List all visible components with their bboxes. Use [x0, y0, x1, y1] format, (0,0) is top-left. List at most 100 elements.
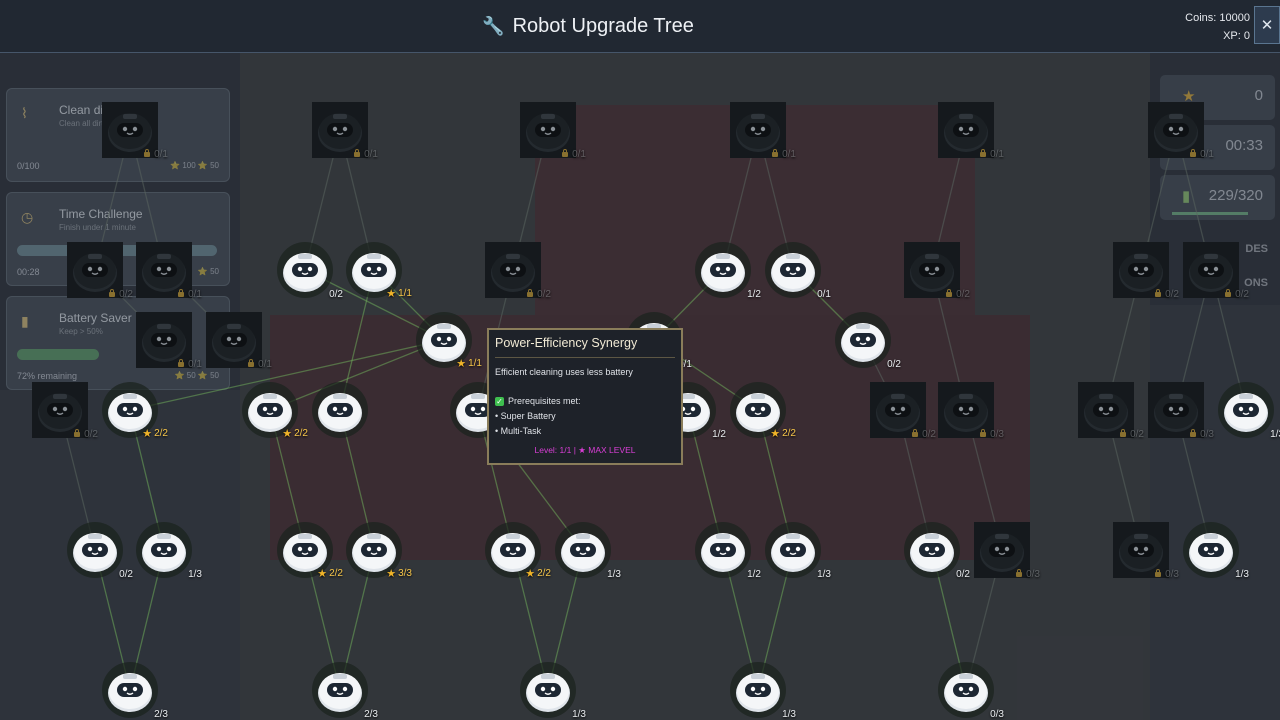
- upgrade-node-locked[interactable]: 0/1: [102, 102, 168, 160]
- node-level-text: 0/2: [922, 429, 936, 440]
- coins-counter: Coins: 10000: [1185, 12, 1250, 24]
- upgrade-node-maxed[interactable]: ★ 2/2: [485, 522, 551, 580]
- node-level-text: 0/1: [364, 149, 378, 160]
- node-level-text: 0/1: [258, 359, 272, 370]
- upgrade-node-locked[interactable]: 0/1: [136, 312, 202, 370]
- title-wrap: 🔧 Robot Upgrade Tree: [0, 0, 1176, 52]
- node-level-text: 0/2: [119, 289, 133, 300]
- node-level-label: ★ 2/2: [770, 427, 796, 440]
- tooltip-description: Efficient cleaning uses less battery: [495, 367, 633, 377]
- upgrade-node-available[interactable]: 1/3: [1218, 382, 1280, 440]
- upgrade-node-locked[interactable]: 0/2: [1113, 242, 1179, 300]
- upgrade-node-locked[interactable]: 0/2: [1078, 382, 1144, 440]
- lock-icon: [178, 359, 185, 367]
- upgrade-node-locked[interactable]: 0/1: [520, 102, 586, 160]
- upgrade-node-maxed[interactable]: ★ 1/1: [416, 312, 482, 370]
- node-level-text: 2/2: [154, 428, 168, 439]
- upgrade-node-available[interactable]: 2/3: [102, 662, 168, 720]
- node-level-text: 0/1: [572, 149, 586, 160]
- upgrade-node-available[interactable]: 1/3: [555, 522, 621, 580]
- upgrade-node-locked[interactable]: 0/1: [1148, 102, 1214, 160]
- star-icon: ★: [386, 288, 397, 300]
- upgrade-node-available[interactable]: 1/2: [695, 242, 761, 300]
- upgrade-node-locked[interactable]: 0/2: [67, 242, 133, 300]
- upgrade-node-available[interactable]: 0/2: [904, 522, 970, 580]
- upgrade-node-locked[interactable]: 0/3: [1148, 382, 1214, 440]
- lock-icon: [946, 289, 953, 297]
- upgrade-node-locked[interactable]: 0/3: [974, 522, 1040, 580]
- upgrade-node-locked[interactable]: 0/2: [485, 242, 551, 300]
- upgrade-node-locked[interactable]: 0/2: [904, 242, 970, 300]
- player-stats: Coins: 10000 XP: 0: [1185, 9, 1250, 45]
- upgrade-node-available[interactable]: 0/1: [765, 242, 831, 300]
- star-icon: ★: [456, 358, 467, 370]
- star-icon: ★: [142, 428, 153, 440]
- lock-icon: [144, 149, 151, 157]
- upgrade-node-locked[interactable]: 0/1: [938, 102, 1004, 160]
- node-level-label: 0/2: [119, 569, 133, 580]
- upgrade-node-maxed[interactable]: ★ 2/2: [730, 382, 796, 440]
- wrench-icon: 🔧: [482, 16, 505, 36]
- node-level-label: 0/2: [912, 429, 936, 440]
- upgrade-node-locked[interactable]: 0/3: [1113, 522, 1179, 580]
- upgrade-node-maxed[interactable]: ★ 2/2: [242, 382, 308, 440]
- prereq-item: • Multi-Task: [495, 426, 542, 436]
- lock-icon: [912, 429, 919, 437]
- upgrade-node-available[interactable]: 0/2: [277, 242, 343, 300]
- lock-icon: [109, 289, 116, 297]
- node-level-label: 0/1: [562, 149, 586, 160]
- node-level-text: 1/3: [572, 709, 586, 720]
- upgrade-node-locked[interactable]: 0/1: [206, 312, 272, 370]
- node-level-text: 1/3: [817, 569, 831, 580]
- upgrade-node-available[interactable]: 1/3: [730, 662, 796, 720]
- node-level-text: 0/1: [782, 149, 796, 160]
- upgrade-node-available[interactable]: 1/3: [1183, 522, 1249, 580]
- node-level-label: 0/1: [980, 149, 1004, 160]
- upgrade-node-maxed[interactable]: ★ 3/3: [346, 522, 412, 580]
- node-level-text: 0/3: [1200, 429, 1214, 440]
- lock-icon: [178, 289, 185, 297]
- node-level-text: 0/1: [188, 289, 202, 300]
- node-level-text: 0/2: [119, 569, 133, 580]
- upgrade-node-locked[interactable]: 0/1: [730, 102, 796, 160]
- close-button[interactable]: ✕: [1254, 6, 1280, 44]
- node-level-text: 0/2: [956, 289, 970, 300]
- node-level-label: 0/2: [1225, 289, 1249, 300]
- upgrade-node-available[interactable]: 1/3: [136, 522, 202, 580]
- upgrade-node-available[interactable]: 0/3: [938, 662, 1004, 720]
- upgrade-node-available[interactable]: 1/2: [695, 522, 761, 580]
- upgrade-node-available[interactable]: 1/3: [765, 522, 831, 580]
- xp-counter: XP: 0: [1223, 30, 1250, 42]
- node-level-text: 0/2: [887, 359, 901, 370]
- node-level-text: 0/3: [1165, 569, 1179, 580]
- node-level-label: ★ 3/3: [386, 567, 412, 580]
- lock-icon: [980, 149, 987, 157]
- upgrade-node-available[interactable]: 1/3: [520, 662, 586, 720]
- upgrade-node-maxed[interactable]: ★ 2/2: [102, 382, 168, 440]
- upgrade-node-available[interactable]: [312, 382, 368, 438]
- upgrade-node-available[interactable]: 0/2: [67, 522, 133, 580]
- upgrade-node-locked[interactable]: 0/2: [1183, 242, 1249, 300]
- node-level-label: 0/2: [109, 289, 133, 300]
- upgrade-node-maxed[interactable]: ★ 1/1: [346, 242, 412, 300]
- upgrade-node-available[interactable]: 2/3: [312, 662, 378, 720]
- upgrade-node-locked[interactable]: 0/1: [136, 242, 202, 300]
- node-level-label: 0/1: [248, 359, 272, 370]
- upgrade-node-available[interactable]: 0/2: [835, 312, 901, 370]
- upgrade-node-locked[interactable]: 0/1: [312, 102, 378, 160]
- upgrade-node-locked[interactable]: 0/2: [870, 382, 936, 440]
- node-level-text: 2/2: [537, 568, 551, 579]
- node-level-text: 0/3: [1026, 569, 1040, 580]
- node-level-text: 0/2: [537, 289, 551, 300]
- upgrade-node-locked[interactable]: 0/2: [32, 382, 98, 440]
- star-icon: ★: [317, 568, 328, 580]
- upgrade-node-locked[interactable]: 0/3: [938, 382, 1004, 440]
- node-level-text: 1/1: [468, 358, 482, 369]
- upgrade-node-maxed[interactable]: ★ 2/2: [277, 522, 343, 580]
- node-level-label: 1/2: [747, 289, 761, 300]
- node-level-label: 0/2: [527, 289, 551, 300]
- node-level-label: 1/2: [747, 569, 761, 580]
- tooltip-prerequisites: ✓ Prerequisites met:: [495, 396, 675, 406]
- node-level-label: 0/3: [1155, 569, 1179, 580]
- star-icon: ★: [525, 568, 536, 580]
